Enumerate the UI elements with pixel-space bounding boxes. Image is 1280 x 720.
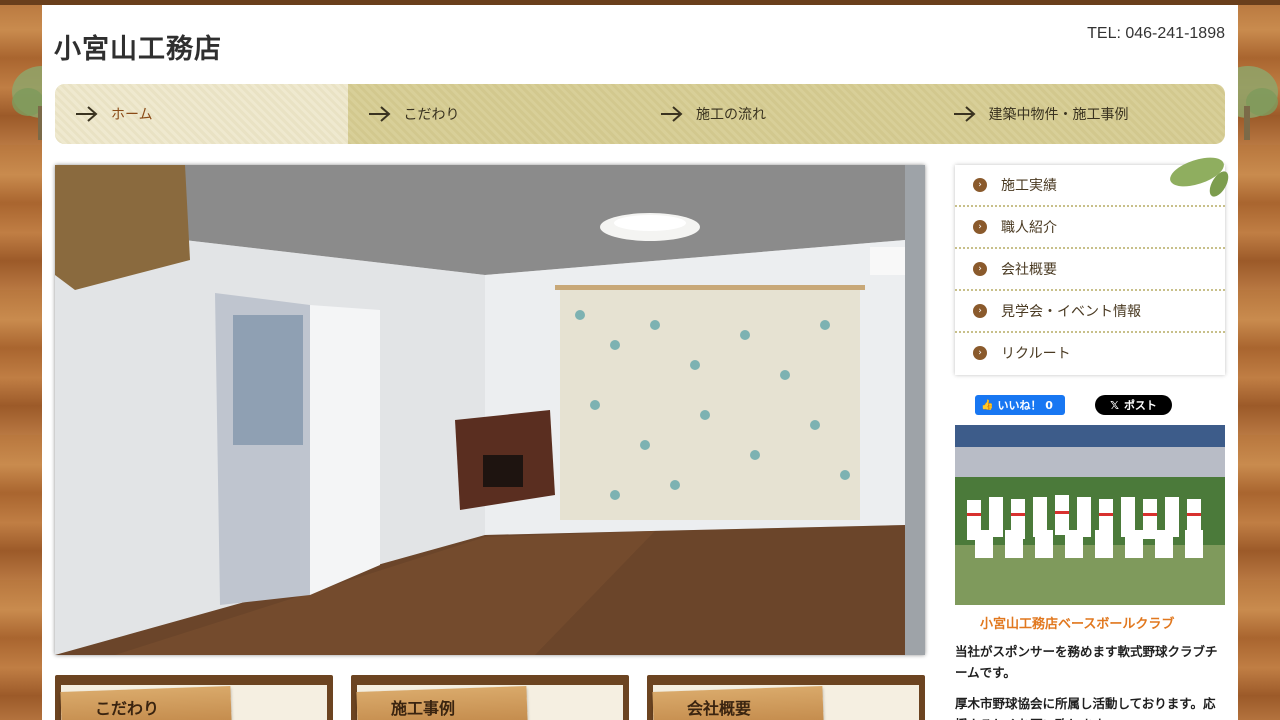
site-logo[interactable]: 小宮山工務店	[54, 27, 222, 66]
side-item-recruit[interactable]: › リクルート	[955, 333, 1225, 373]
side-item-label: リクルート	[1001, 346, 1071, 362]
page-container: 小宮山工務店 TEL: 046-241-1898 ホーム こだわり 施工の流れ …	[42, 5, 1238, 720]
nav-label: 建築中物件・施工事例	[988, 107, 1129, 123]
arrow-circle-icon: ›	[973, 178, 987, 192]
x-post-button[interactable]: 𝕏 ポスト	[1095, 395, 1172, 415]
x-logo-icon: 𝕏	[1110, 398, 1119, 412]
arrow-right-icon	[661, 106, 683, 122]
nav-flow[interactable]: 施工の流れ	[640, 84, 933, 144]
nav-label: 施工の流れ	[696, 107, 766, 123]
banner-kodawari[interactable]: こだわり	[55, 675, 333, 720]
banner-label: 施工事例	[391, 699, 456, 718]
arrow-right-icon	[368, 106, 391, 122]
hero-image	[55, 165, 925, 655]
banner-company[interactable]: 会社概要	[647, 675, 925, 720]
nav-label: ホーム	[111, 107, 153, 123]
side-item-events[interactable]: › 見学会・イベント情報	[955, 291, 1225, 333]
fb-like-label: いいね！ 0	[997, 399, 1053, 412]
banner-works[interactable]: 施工事例	[351, 675, 629, 720]
club-description-2: 厚木市野球協会に所属し活動しております。応援よろしくお願い致します。	[955, 696, 1216, 720]
banner-label: 会社概要	[687, 699, 752, 718]
arrow-right-icon	[953, 106, 976, 122]
side-item-label: 施工実績	[1001, 178, 1057, 194]
facebook-like-button[interactable]: 👍 いいね！ 0	[975, 395, 1065, 415]
arrow-circle-icon: ›	[973, 304, 987, 318]
side-item-label: 職人紹介	[1001, 220, 1057, 236]
nav-label: こだわり	[403, 107, 460, 123]
club-description: 当社がスポンサーを務めます軟式野球クラブチームです。	[955, 644, 1218, 680]
side-item-label: 会社概要	[1001, 262, 1057, 278]
arrow-circle-icon: ›	[973, 262, 987, 276]
club-title-link[interactable]: 小宮山工務店ベースボールクラブ	[980, 613, 1174, 632]
side-item-craftsmen[interactable]: › 職人紹介	[955, 207, 1225, 249]
nav-kodawari[interactable]: こだわり	[348, 84, 641, 144]
phone-number: TEL: 046-241-1898	[1087, 25, 1225, 42]
arrow-right-icon	[76, 106, 98, 122]
thumbs-up-icon: 👍	[981, 399, 994, 411]
side-item-company[interactable]: › 会社概要	[955, 249, 1225, 291]
x-post-label: ポスト	[1123, 399, 1157, 412]
arrow-circle-icon: ›	[973, 346, 987, 360]
baseball-club-photo[interactable]	[955, 425, 1225, 605]
global-nav: ホーム こだわり 施工の流れ 建築中物件・施工事例	[55, 84, 1225, 144]
nav-home[interactable]: ホーム	[55, 84, 348, 144]
leaf-icon	[1170, 157, 1229, 197]
arrow-circle-icon: ›	[973, 220, 987, 234]
banner-label: こだわり	[95, 699, 160, 718]
side-item-label: 見学会・イベント情報	[1001, 304, 1141, 320]
nav-works[interactable]: 建築中物件・施工事例	[933, 84, 1226, 144]
